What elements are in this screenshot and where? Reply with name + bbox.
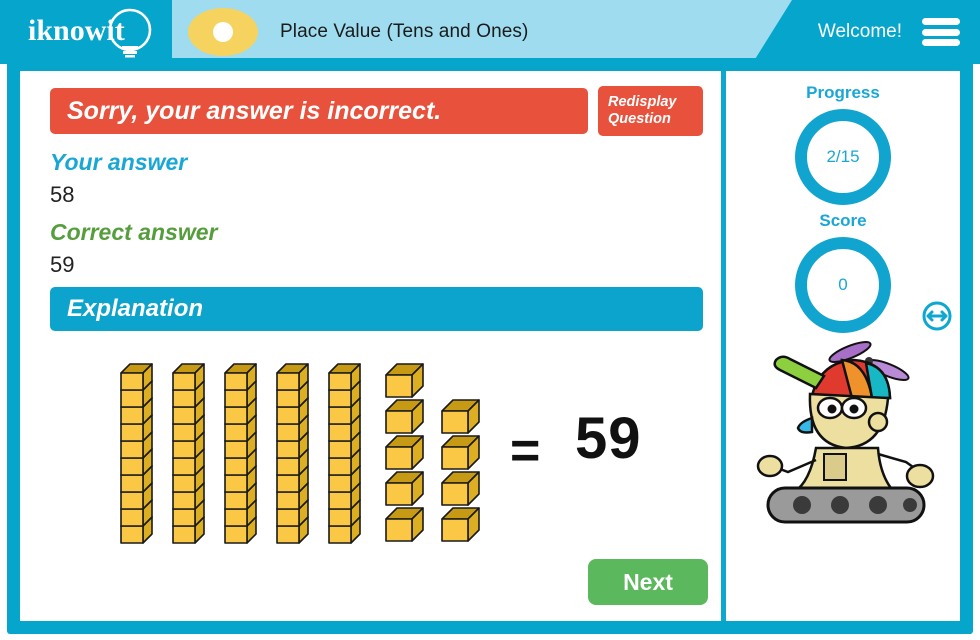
- mascot-treads: [766, 486, 926, 524]
- result-banner: Sorry, your answer is incorrect.: [50, 88, 588, 134]
- yellow-dot-hole: [213, 22, 233, 42]
- unit-cube: [441, 471, 480, 506]
- mascot-body: [756, 446, 935, 494]
- lesson-title: Place Value (Tens and Ones): [280, 21, 529, 42]
- result-row: Sorry, your answer is incorrect. Redispl…: [50, 86, 703, 136]
- your-answer-value: 58: [50, 182, 75, 207]
- main-panel: Sorry, your answer is incorrect. Redispl…: [20, 71, 720, 621]
- redisplay-question-button[interactable]: Redisplay Question: [598, 86, 703, 136]
- unit-cube: [385, 363, 424, 398]
- unit-cube: [385, 507, 424, 542]
- lesson-title-pill: Place Value (Tens and Ones): [172, 0, 912, 64]
- yellow-dot-icon: [188, 8, 258, 56]
- progress-label: Progress: [806, 83, 880, 102]
- hamburger-menu-icon[interactable]: [922, 18, 960, 46]
- resize-horizontal-icon[interactable]: [922, 301, 952, 331]
- unit-cube: [441, 435, 480, 470]
- iknowit-logo[interactable]: iknowit: [22, 8, 172, 58]
- unit-cube: [385, 399, 424, 434]
- equals-sign: =: [510, 422, 541, 480]
- unit-cube: [441, 507, 480, 542]
- hamburger-bar: [922, 18, 960, 25]
- unit-cube: [328, 363, 361, 391]
- content-frame: Sorry, your answer is incorrect. Redispl…: [7, 58, 973, 634]
- robot-mascot-icon: [756, 341, 935, 524]
- hamburger-bar: [922, 39, 960, 46]
- score-value: 0: [838, 275, 848, 294]
- tens-rods-group: [120, 363, 361, 544]
- unit-cube: [385, 435, 424, 470]
- tens-rod: [120, 363, 153, 544]
- app-header: Place Value (Tens and Ones) iknowit Welc…: [0, 0, 980, 64]
- unit-cube: [441, 399, 480, 434]
- unit-cube: [385, 471, 424, 506]
- hamburger-bar: [922, 28, 960, 36]
- your-answer-label: Your answer: [50, 149, 188, 175]
- result-message: Sorry, your answer is incorrect.: [67, 96, 442, 125]
- progress-value: 2/15: [826, 147, 860, 166]
- total-value: 59: [575, 406, 642, 471]
- explanation-label: Explanation: [67, 295, 204, 322]
- next-button[interactable]: Next: [588, 559, 708, 605]
- score-label: Score: [819, 211, 867, 230]
- progress-ring: 2/15: [795, 109, 891, 205]
- tens-rod: [172, 363, 205, 544]
- explanation-header: Explanation: [50, 287, 703, 331]
- unit-cube: [172, 363, 205, 391]
- ones-cubes-group: [385, 363, 480, 542]
- tens-rod: [224, 363, 257, 544]
- sidebar-panel: Progress 2/15 Score 0: [726, 71, 960, 621]
- welcome-text: Welcome!: [817, 21, 902, 42]
- correct-answer-label: Correct answer: [50, 219, 218, 245]
- redisplay-line-1: Redisplay: [608, 94, 677, 110]
- mascot-head: [796, 392, 890, 450]
- unit-cube: [276, 363, 309, 391]
- unit-cube: [224, 363, 257, 391]
- redisplay-line-2: Question: [608, 111, 671, 127]
- progress-stat: Progress 2/15: [726, 83, 960, 205]
- tens-rod: [328, 363, 361, 544]
- unit-cube: [120, 363, 153, 391]
- base-ten-blocks-illustration: = 59: [115, 353, 685, 553]
- logo-wordmark: iknowit: [28, 14, 125, 47]
- correct-answer-value: 59: [50, 252, 75, 277]
- score-ring: 0: [795, 237, 891, 333]
- app-root: Place Value (Tens and Ones) iknowit Welc…: [0, 0, 980, 640]
- tens-rod: [276, 363, 309, 544]
